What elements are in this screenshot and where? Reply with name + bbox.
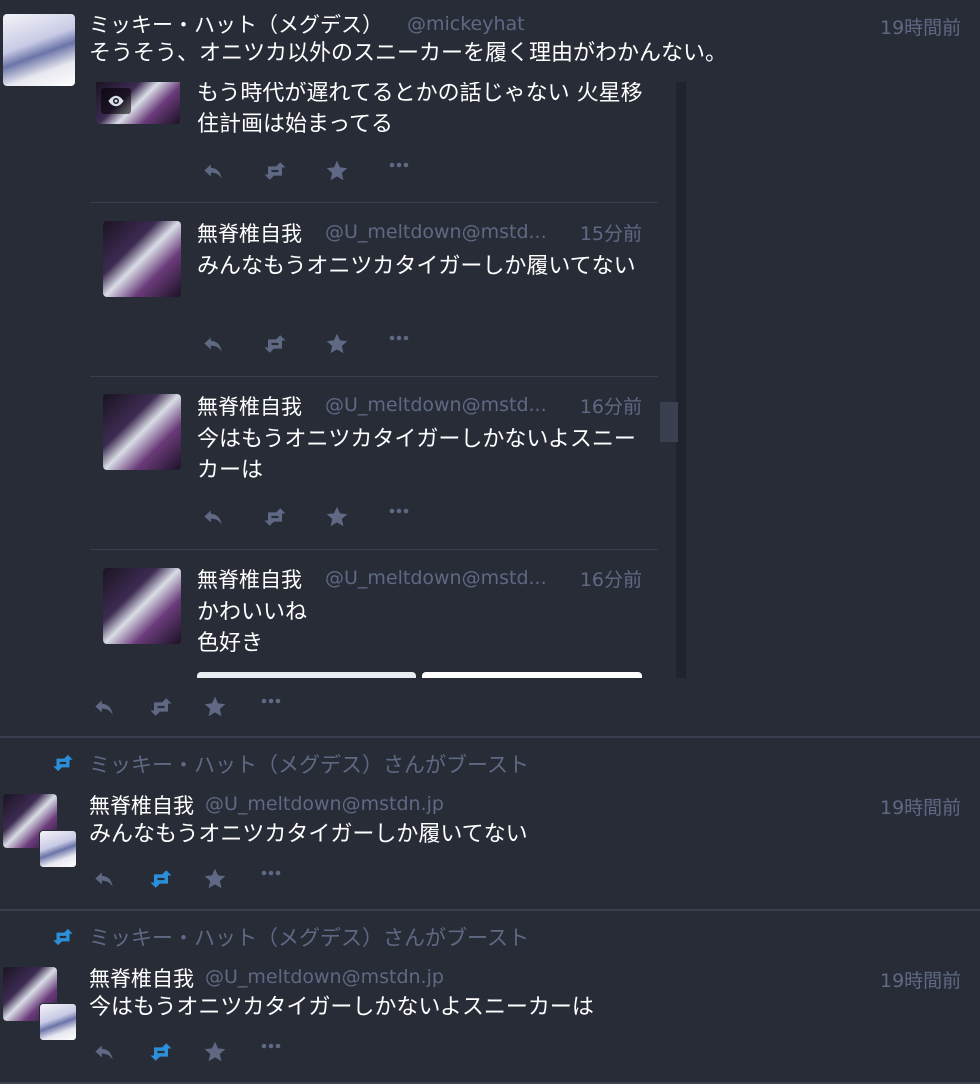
display-name[interactable]: 無脊椎自我: [89, 963, 194, 993]
boost-icon[interactable]: [144, 1037, 178, 1067]
favourite-icon[interactable]: [198, 864, 232, 894]
display-name[interactable]: ミッキー・ハット（メグデス）: [89, 9, 383, 39]
eye-icon[interactable]: [101, 88, 131, 114]
avatar[interactable]: [3, 14, 75, 86]
favourite-icon[interactable]: [320, 156, 354, 186]
account-handle[interactable]: @mickeyhat: [407, 13, 525, 35]
more-icon[interactable]: [382, 323, 416, 353]
divider: [0, 736, 980, 738]
status-action-bar: [196, 329, 426, 359]
status-timestamp[interactable]: 16分前: [560, 392, 642, 419]
status-content: 今はもうオニツカタイガーしかないよスニーカーは: [197, 427, 636, 483]
status-content: もう時代が遅れてるとかの話じゃない 火星移住計画は始まってる: [197, 82, 643, 137]
booster-avatar[interactable]: [39, 1003, 77, 1041]
status-action-bar: [87, 692, 317, 722]
favourite-icon[interactable]: [198, 1037, 232, 1067]
account-handle[interactable]: @U_meltdown@mstd...: [325, 567, 547, 589]
status-timestamp[interactable]: 19時間前: [880, 13, 980, 40]
status-content-line: 色好き: [197, 631, 264, 656]
more-icon[interactable]: [382, 496, 416, 526]
divider: [90, 549, 658, 550]
display-name[interactable]: 無脊椎自我: [197, 391, 302, 421]
reply-icon[interactable]: [196, 329, 230, 359]
reply-icon[interactable]: [196, 502, 230, 532]
media-thumbnail[interactable]: [422, 672, 642, 678]
divider: [90, 376, 658, 377]
scrollbar[interactable]: [676, 82, 686, 678]
reply-icon[interactable]: [87, 864, 121, 894]
status-content-line: かわいいね: [197, 600, 308, 625]
status-content: そうそう、オニツカ以外のスニーカーを履く理由がわかんない。: [89, 41, 728, 66]
status-timestamp[interactable]: 19時間前: [880, 966, 980, 993]
account-handle[interactable]: @U_meltdown@mstdn.jp: [205, 793, 444, 815]
status-content: みんなもうオニツカタイガーしか履いてない: [197, 254, 636, 279]
avatar[interactable]: [103, 568, 181, 644]
avatar[interactable]: [103, 394, 181, 470]
more-icon[interactable]: [254, 686, 288, 716]
status-content: 今はもうオニツカタイガーしかないよスニーカーは: [89, 995, 594, 1020]
reply-icon[interactable]: [87, 692, 121, 722]
boost-icon: [46, 748, 80, 778]
booster-avatar[interactable]: [39, 830, 77, 868]
more-icon[interactable]: [382, 150, 416, 180]
more-icon[interactable]: [254, 858, 288, 888]
boost-icon[interactable]: [258, 156, 292, 186]
avatar[interactable]: [96, 82, 180, 124]
status-action-bar: [196, 502, 426, 532]
boost-icon[interactable]: [144, 692, 178, 722]
divider: [0, 909, 980, 911]
boosted-by-label[interactable]: ミッキー・ハット（メグデス）さんがブースト: [89, 922, 529, 952]
status-action-bar: [87, 1037, 317, 1067]
boost-icon: [46, 922, 80, 952]
account-handle[interactable]: @U_meltdown@mstd...: [325, 221, 547, 243]
display-name[interactable]: 無脊椎自我: [89, 790, 194, 820]
divider: [90, 202, 658, 203]
media-thumbnail[interactable]: [197, 672, 416, 678]
reply-icon[interactable]: [87, 1037, 121, 1067]
account-handle[interactable]: @U_meltdown@mstdn.jp: [205, 966, 444, 988]
display-name[interactable]: 無脊椎自我: [197, 218, 302, 248]
favourite-icon[interactable]: [320, 329, 354, 359]
status-timestamp[interactable]: 16分前: [560, 565, 642, 592]
avatar[interactable]: [103, 221, 181, 297]
status-timestamp[interactable]: 15分前: [560, 219, 642, 246]
status-action-bar: [196, 156, 426, 186]
account-handle[interactable]: @U_meltdown@mstd...: [325, 394, 547, 416]
display-name[interactable]: 無脊椎自我: [197, 564, 302, 594]
scrollbar-thumb[interactable]: [660, 402, 678, 442]
favourite-icon[interactable]: [198, 692, 232, 722]
status-content: みんなもうオニツカタイガーしか履いてない: [89, 822, 528, 847]
boost-icon[interactable]: [258, 329, 292, 359]
more-icon[interactable]: [254, 1031, 288, 1061]
boost-icon[interactable]: [258, 502, 292, 532]
boost-icon[interactable]: [144, 864, 178, 894]
status-timestamp[interactable]: 19時間前: [880, 793, 980, 820]
boosted-by-label[interactable]: ミッキー・ハット（メグデス）さんがブースト: [89, 749, 529, 779]
favourite-icon[interactable]: [320, 502, 354, 532]
reply-icon[interactable]: [196, 156, 230, 186]
status-action-bar: [87, 864, 317, 894]
thread-panel[interactable]: もう時代が遅れてるとかの話じゃない 火星移住計画は始まってる 無脊椎自我 @U_…: [90, 82, 686, 678]
